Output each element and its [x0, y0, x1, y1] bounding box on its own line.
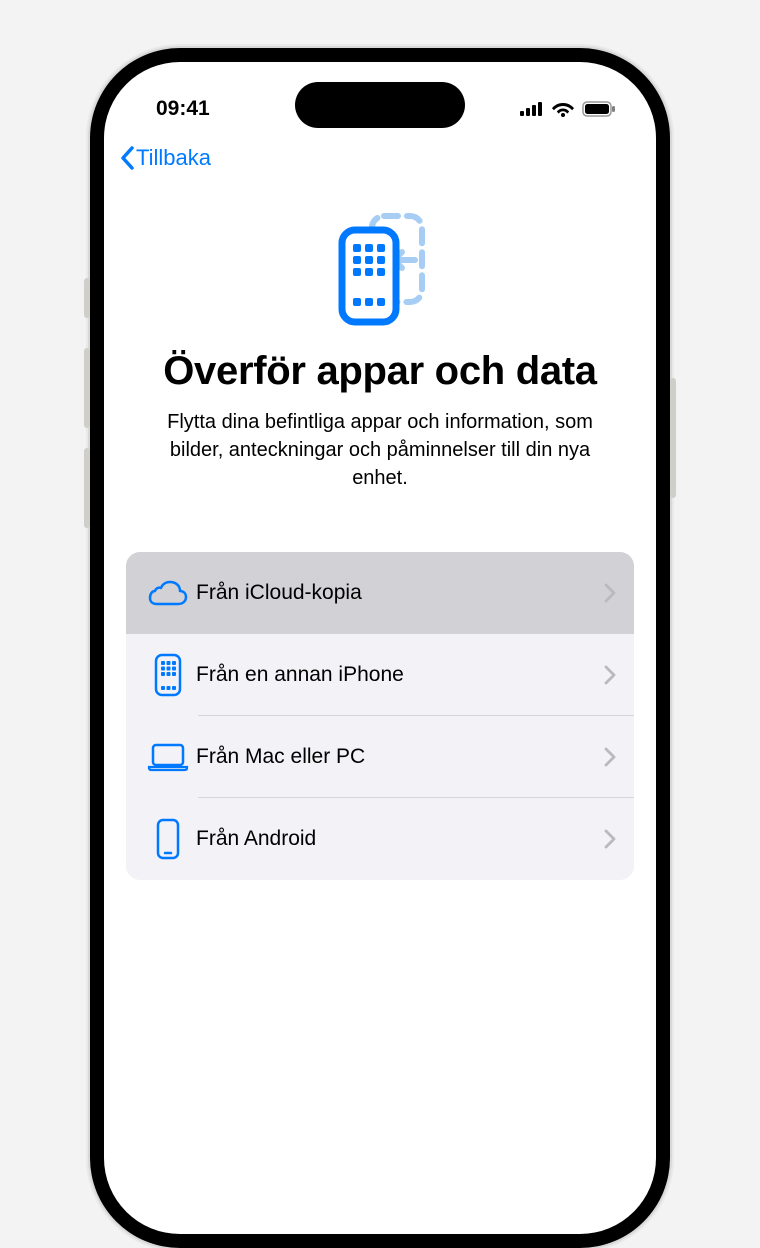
- volume-up-button: [84, 348, 90, 428]
- page-description: Flytta dina befintliga appar och informa…: [134, 408, 626, 492]
- option-mac-pc[interactable]: Från Mac eller PC: [126, 716, 634, 798]
- side-button: [84, 278, 90, 318]
- phone-icon: [140, 818, 196, 860]
- option-another-iphone[interactable]: Från en annan iPhone: [126, 634, 634, 716]
- option-label: Från Mac eller PC: [196, 745, 604, 769]
- power-button: [670, 378, 676, 498]
- nav-bar: Tillbaka: [104, 132, 656, 172]
- chevron-right-icon: [604, 829, 616, 849]
- status-time: 09:41: [156, 97, 210, 121]
- chevron-right-icon: [604, 665, 616, 685]
- iphone-apps-icon: [140, 653, 196, 697]
- option-android[interactable]: Från Android: [126, 798, 634, 880]
- hero-section: Överför appar och data Flytta dina befin…: [104, 172, 656, 492]
- chevron-right-icon: [604, 747, 616, 767]
- cloud-icon: [140, 580, 196, 606]
- option-icloud-backup[interactable]: Från iCloud-kopia: [126, 552, 634, 634]
- back-button[interactable]: Tillbaka: [118, 144, 211, 172]
- transfer-hero-icon: [320, 208, 440, 328]
- cellular-icon: [520, 102, 544, 116]
- phone-frame: 09:41: [90, 48, 670, 1248]
- page-title: Överför appar och data: [134, 348, 626, 394]
- screen: 09:41: [104, 62, 656, 1234]
- battery-icon: [582, 101, 616, 117]
- wifi-icon: [552, 101, 574, 117]
- dynamic-island: [295, 82, 465, 128]
- chevron-right-icon: [604, 583, 616, 603]
- option-label: Från en annan iPhone: [196, 663, 604, 687]
- laptop-icon: [140, 742, 196, 772]
- status-icons: [520, 101, 616, 117]
- option-label: Från Android: [196, 827, 604, 851]
- option-label: Från iCloud-kopia: [196, 581, 604, 605]
- volume-down-button: [84, 448, 90, 528]
- back-label: Tillbaka: [136, 145, 211, 171]
- chevron-left-icon: [118, 144, 138, 172]
- options-list: Från iCloud-kopia: [126, 552, 634, 880]
